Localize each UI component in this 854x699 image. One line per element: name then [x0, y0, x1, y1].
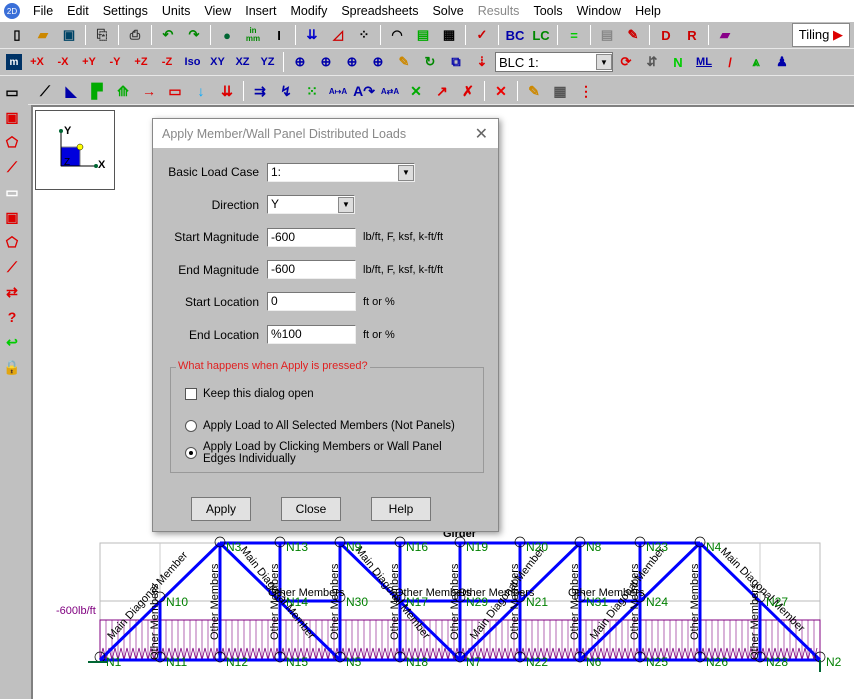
node-label: N4: [706, 540, 722, 554]
node-label: N12: [226, 655, 248, 669]
node-label: N25: [646, 655, 668, 669]
keep-open-label: Keep this dialog open: [203, 388, 314, 400]
start-magnitude-label: Start Magnitude: [174, 230, 259, 244]
node-label: N31: [586, 595, 608, 609]
axis-y-label: Y: [64, 125, 72, 137]
help-button[interactable]: Help: [371, 497, 431, 521]
chevron-down-icon[interactable]: ▼: [398, 164, 414, 181]
start-location-label: Start Location: [184, 295, 259, 309]
node-label: N8: [586, 540, 602, 554]
apply-click-label: Apply Load by Clicking Members or Wall P…: [203, 441, 442, 465]
node-label: N30: [346, 595, 368, 609]
group-label: What happens when Apply is pressed?: [176, 360, 370, 372]
node-label: N10: [166, 595, 188, 609]
keep-open-checkbox[interactable]: [185, 388, 197, 400]
node-label: N5: [346, 655, 362, 669]
node-label: N26: [706, 655, 728, 669]
member-label: Other Members: [449, 563, 461, 640]
member-label: Other Members: [749, 583, 761, 660]
node-label: N17: [406, 595, 428, 609]
end-magnitude-label: End Magnitude: [178, 263, 259, 277]
node-label: N14: [286, 595, 308, 609]
member-label: Other Members: [569, 563, 581, 640]
chevron-down-icon[interactable]: ▼: [338, 196, 354, 213]
basic-load-case-label: Basic Load Case: [168, 165, 259, 179]
direction-label: Direction: [211, 198, 259, 212]
start-magnitude-units: lb/ft, F, ksf, k-ft/ft: [363, 231, 444, 243]
node-label: N27: [766, 595, 788, 609]
node-label: N1: [106, 655, 122, 669]
node-label: N6: [586, 655, 602, 669]
dialog-titlebar: Apply Member/Wall Panel Distributed Load…: [153, 119, 498, 148]
node-label: N22: [526, 655, 548, 669]
end-location-units: ft or %: [363, 329, 395, 341]
axis-z-label: Z: [64, 157, 71, 168]
node-label: N7: [466, 655, 482, 669]
node-label: N21: [526, 595, 548, 609]
member-label: Other Members: [629, 563, 641, 640]
end-location-label: End Location: [188, 328, 259, 342]
node-label: N24: [646, 595, 668, 609]
member-label: Other Members: [149, 583, 161, 660]
node-label: N11: [166, 655, 187, 669]
node-label: N18: [406, 655, 428, 669]
member-label: Other Members: [209, 563, 221, 640]
node-label: N20: [526, 540, 548, 554]
member-label: Other Members: [389, 563, 401, 640]
member-label: Other Members: [269, 563, 281, 640]
basic-load-case-select[interactable]: 1: ▼: [267, 163, 415, 182]
node-label: N9: [346, 540, 362, 554]
apply-all-radio[interactable]: [185, 420, 197, 432]
node-label: N28: [766, 655, 788, 669]
start-location-units: ft or %: [363, 296, 395, 308]
node-label: N29: [466, 595, 488, 609]
apply-behavior-group: What happens when Apply is pressed? Keep…: [170, 360, 484, 473]
dialog-title: Apply Member/Wall Panel Distributed Load…: [162, 126, 407, 141]
direction-value: Y: [271, 197, 280, 211]
arrow-right-icon: ▶: [833, 27, 843, 42]
basic-load-case-value: 1:: [271, 165, 282, 179]
apply-button[interactable]: Apply: [191, 497, 251, 521]
node-label: N15: [286, 655, 308, 669]
load-label: -600lb/ft: [56, 605, 96, 617]
member-label: Other Members: [509, 563, 521, 640]
node-label: N13: [286, 540, 308, 554]
node-label: N3: [226, 540, 242, 554]
close-button[interactable]: Close: [281, 497, 341, 521]
axis-x-label: X: [98, 159, 106, 171]
member-label: Other Members: [329, 563, 341, 640]
member-label: Other Members: [689, 563, 701, 640]
node-label: N2: [826, 655, 842, 669]
end-location-input[interactable]: %100: [267, 325, 356, 344]
start-location-input[interactable]: 0: [267, 292, 356, 311]
end-magnitude-input[interactable]: -600: [267, 260, 356, 279]
node-label: N19: [466, 540, 488, 554]
apply-all-label: Apply Load to All Selected Members (Not …: [203, 420, 455, 432]
apply-click-radio[interactable]: [185, 447, 197, 459]
distributed-loads-dialog: Apply Member/Wall Panel Distributed Load…: [152, 118, 499, 532]
end-magnitude-units: lb/ft, F, ksf, k-ft/ft: [363, 264, 444, 276]
axis-triad: Y X Z: [35, 110, 115, 190]
close-icon[interactable]: ✕: [475, 124, 488, 144]
node-label: N23: [646, 540, 668, 554]
start-magnitude-input[interactable]: -600: [267, 228, 356, 247]
direction-select[interactable]: Y ▼: [267, 195, 355, 214]
node-label: N16: [406, 540, 428, 554]
member-label: Main Diagonal Member: [718, 546, 807, 635]
